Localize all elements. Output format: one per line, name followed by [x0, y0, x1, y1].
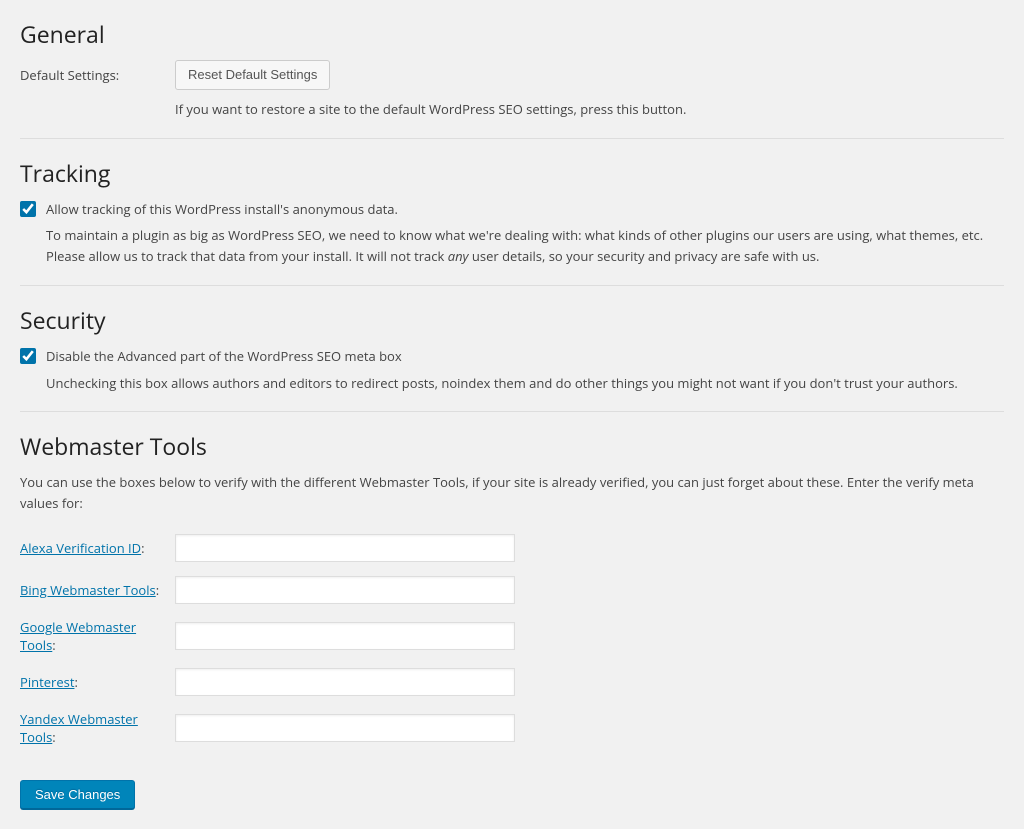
alexa-input[interactable]: [175, 534, 515, 562]
alexa-row: Alexa Verification ID:: [20, 534, 1004, 562]
yandex-row: Yandex Webmaster Tools:: [20, 710, 1004, 746]
bing-row: Bing Webmaster Tools:: [20, 576, 1004, 604]
bing-input[interactable]: [175, 576, 515, 604]
yandex-link[interactable]: Yandex Webmaster Tools: [20, 710, 138, 746]
default-settings-row: Default Settings: Reset Default Settings: [20, 60, 1004, 90]
security-heading: Security: [20, 304, 1004, 336]
security-checkbox[interactable]: [20, 348, 36, 364]
webmaster-tools-heading: Webmaster Tools: [20, 430, 1004, 462]
security-checkbox-row: Disable the Advanced part of the WordPre…: [20, 346, 1004, 367]
save-changes-button[interactable]: Save Changes: [20, 780, 135, 809]
reset-help-text: If you want to restore a site to the def…: [175, 100, 686, 120]
general-heading: General: [20, 18, 1004, 50]
pinterest-input[interactable]: [175, 668, 515, 696]
google-row: Google Webmaster Tools:: [20, 618, 1004, 654]
divider: [20, 411, 1004, 412]
colon: :: [74, 673, 77, 691]
tracking-checkbox[interactable]: [20, 201, 36, 217]
security-checkbox-label: Disable the Advanced part of the WordPre…: [46, 346, 402, 367]
google-input[interactable]: [175, 622, 515, 650]
security-description: Unchecking this box allows authors and e…: [46, 373, 1004, 394]
colon: :: [156, 581, 159, 599]
colon: :: [141, 539, 144, 557]
webmaster-intro: You can use the boxes below to verify wi…: [20, 472, 1004, 514]
google-link[interactable]: Google Webmaster Tools: [20, 618, 136, 654]
pinterest-row: Pinterest:: [20, 668, 1004, 696]
tracking-description: To maintain a plugin as big as WordPress…: [46, 225, 1004, 267]
colon: :: [52, 728, 55, 746]
tracking-heading: Tracking: [20, 157, 1004, 189]
reset-default-settings-button[interactable]: Reset Default Settings: [175, 60, 330, 90]
tracking-checkbox-row: Allow tracking of this WordPress install…: [20, 199, 1004, 220]
alexa-link[interactable]: Alexa Verification ID: [20, 539, 141, 557]
divider: [20, 138, 1004, 139]
pinterest-link[interactable]: Pinterest: [20, 673, 74, 691]
default-settings-label: Default Settings:: [20, 60, 175, 84]
colon: :: [52, 636, 55, 654]
yandex-input[interactable]: [175, 714, 515, 742]
bing-link[interactable]: Bing Webmaster Tools: [20, 581, 156, 599]
tracking-checkbox-label: Allow tracking of this WordPress install…: [46, 199, 398, 220]
divider: [20, 285, 1004, 286]
